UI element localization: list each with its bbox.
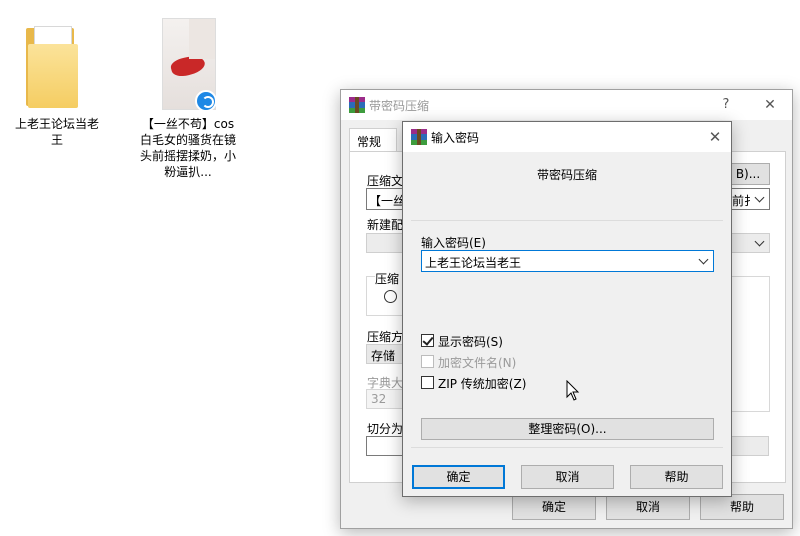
archive-name-label: 压缩文 [367, 174, 404, 188]
dialog-ok-button[interactable]: 确定 [412, 465, 505, 489]
update-mode-select[interactable]: 前扌 [729, 188, 770, 210]
folder-front-icon [28, 44, 78, 108]
archive-ok-button[interactable]: 确定 [512, 494, 596, 520]
desktop-folder-label: 上老王论坛当老王 [14, 117, 99, 147]
archive-name-input[interactable]: 【一丝 [366, 188, 406, 210]
close-icon[interactable]: ✕ [755, 92, 785, 118]
dialog-cancel-button[interactable]: 取消 [521, 465, 614, 489]
archive-help-button[interactable]: 帮助 [700, 494, 784, 520]
format-group-label: 压缩 [375, 270, 405, 287]
zip-legacy-label[interactable]: ZIP 传统加密(Z) [438, 375, 526, 392]
encrypt-filenames-label[interactable]: 加密文件名(N) [438, 354, 516, 371]
password-input[interactable]: 上老王论坛当老王 [421, 250, 714, 272]
close-icon[interactable]: ✕ [700, 124, 730, 150]
format-radio[interactable] [384, 290, 397, 303]
dialog-heading: 带密码压缩 [536, 168, 597, 182]
thumbnail-hair-icon [189, 19, 215, 59]
winrar-app-icon [411, 129, 427, 145]
encrypt-filenames-checkbox[interactable] [421, 355, 434, 368]
enter-password-dialog: 输入密码 ✕ 带密码压缩 输入密码(E) 上老王论坛当老王 显示密码(S) 加密… [402, 121, 732, 497]
method-select[interactable]: 存储 [366, 344, 406, 364]
archive-window-title: 带密码压缩 [369, 99, 430, 113]
password-label: 输入密码(E) [421, 236, 486, 250]
dictionary-select[interactable]: 32 [366, 389, 406, 409]
tab-general[interactable]: 常规 [349, 128, 397, 152]
profile-select-right[interactable] [729, 233, 770, 253]
browse-button[interactable]: B)... [726, 163, 770, 185]
video-player-badge-icon [195, 90, 217, 112]
desktop-video-label: 【一丝不苟】cos白毛女的骚货在镜头前摇摆揉奶，小粉逼扒... [140, 117, 237, 179]
new-profile-label: 新建配 [367, 218, 404, 232]
checkmark-icon [422, 334, 434, 346]
show-password-checkbox[interactable] [421, 334, 434, 347]
chevron-down-icon [753, 234, 767, 252]
split-volumes-input[interactable] [366, 436, 406, 456]
archive-cancel-button[interactable]: 取消 [606, 494, 690, 520]
chevron-down-icon[interactable] [697, 251, 711, 271]
tab-general-label: 常规 [357, 135, 382, 149]
method-label: 压缩方 [367, 330, 404, 344]
zip-legacy-checkbox[interactable] [421, 376, 434, 389]
split-volumes-label: 切分为 [367, 422, 404, 436]
password-dialog-titlebar: 输入密码 ✕ [403, 122, 731, 152]
archive-window-titlebar: 带密码压缩 ? ✕ [341, 90, 792, 120]
winrar-app-icon [349, 97, 365, 113]
organize-passwords-button[interactable]: 整理密码(O)... [421, 418, 714, 440]
split-volumes-unit[interactable] [729, 436, 769, 456]
new-profile-select[interactable] [366, 233, 406, 253]
dialog-help-button[interactable]: 帮助 [630, 465, 723, 489]
show-password-label[interactable]: 显示密码(S) [438, 333, 503, 350]
password-dialog-title: 输入密码 [431, 131, 480, 145]
desktop-folder-icon[interactable] [22, 20, 82, 110]
help-icon[interactable]: ? [711, 92, 741, 118]
options-groupbox-right [729, 276, 770, 412]
chevron-down-icon [753, 189, 767, 209]
mouse-cursor-icon [566, 380, 580, 401]
